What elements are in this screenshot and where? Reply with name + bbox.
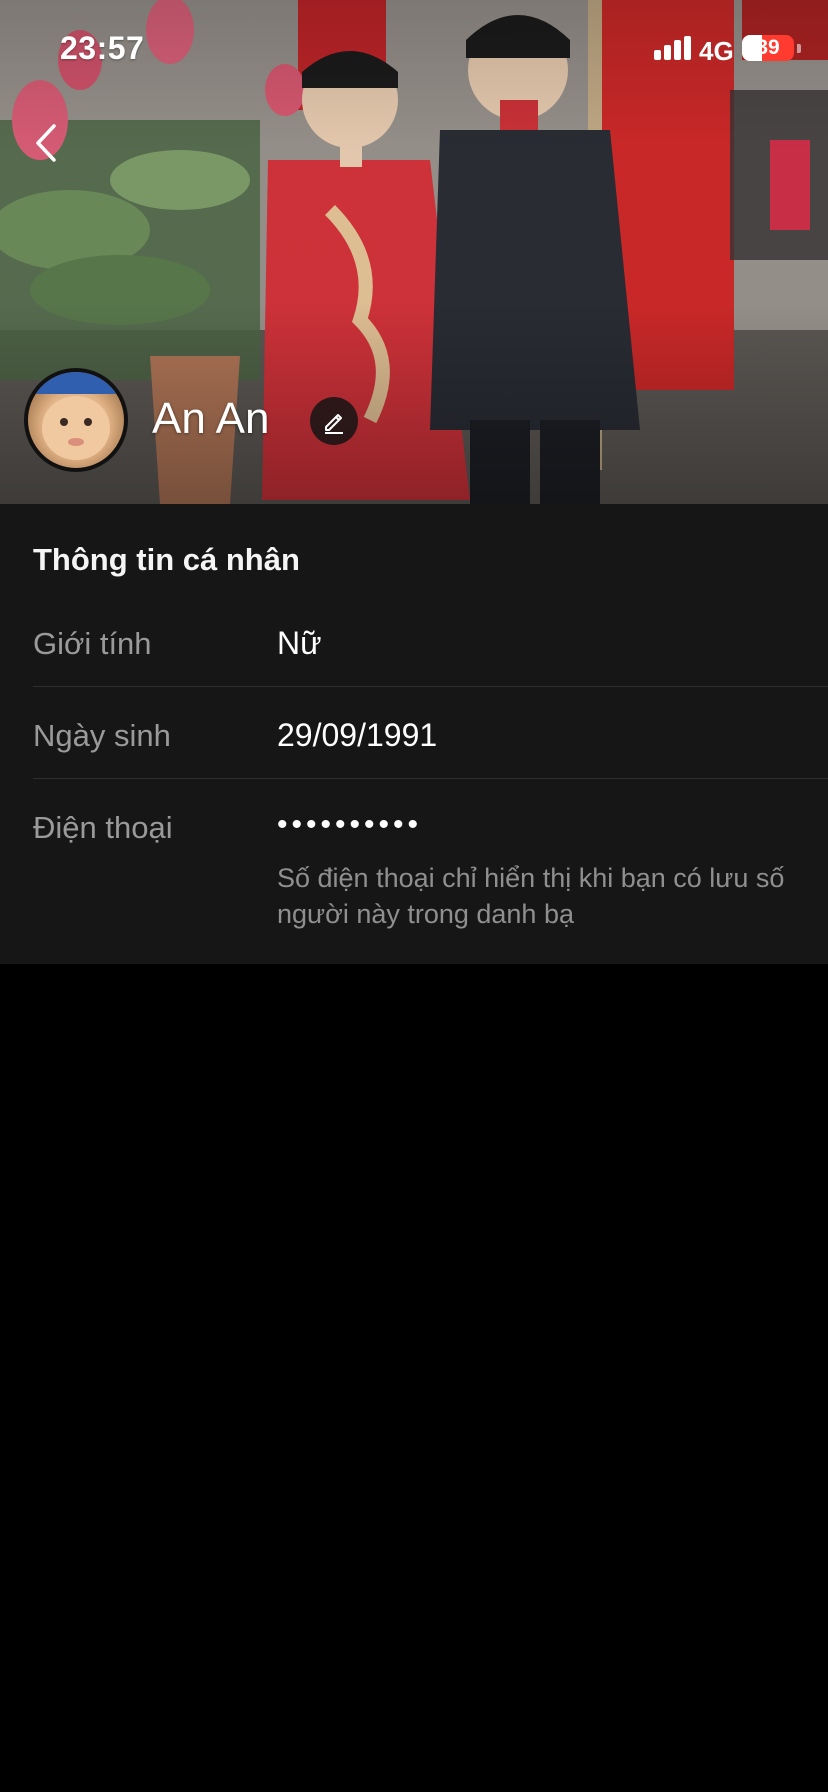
avatar-image [28,372,124,460]
birthday-label: Ngày sinh [33,718,171,753]
divider [33,778,828,779]
edit-name-button[interactable] [310,397,358,445]
info-row-birthday: Ngày sinh 29/09/1991 [33,714,828,782]
battery-icon: 39 [742,35,794,61]
personal-info-section: Thông tin cá nhân Giới tính Nữ Ngày sinh… [0,504,828,964]
pencil-icon [325,414,343,434]
gender-value: Nữ [277,625,322,661]
chevron-left-icon [36,124,56,162]
battery-cap [797,44,801,53]
section-title: Thông tin cá nhân [33,542,300,577]
cellular-signal-icon [654,36,692,60]
network-type: 4G [699,36,734,66]
status-bar: 23:57 4G 39 [0,0,828,96]
divider [33,686,828,687]
status-time: 23:57 [60,30,145,66]
gender-label: Giới tính [33,626,152,661]
info-row-phone: Điện thoại •••••••••• Số điện thoại chỉ … [33,806,828,936]
battery-percentage: 39 [756,36,780,59]
phone-visibility-note: Số điện thoại chỉ hiển thị khi bạn có lư… [277,863,785,929]
back-button[interactable] [28,118,68,168]
phone-label: Điện thoại [33,810,173,845]
phone-value-masked: •••••••••• [277,808,423,841]
profile-name: An An [152,394,270,443]
birthday-value: 29/09/1991 [277,717,438,753]
avatar[interactable] [24,368,128,472]
info-row-gender: Giới tính Nữ [33,622,828,690]
